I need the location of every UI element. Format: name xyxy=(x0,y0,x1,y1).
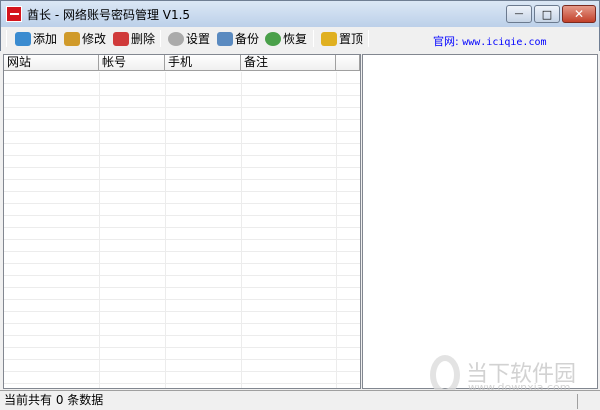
edit-label: 修改 xyxy=(82,32,107,46)
delete-user-icon xyxy=(113,31,129,46)
restore-icon xyxy=(265,31,281,46)
site-label: 官网: xyxy=(433,35,459,48)
minimize-icon: — xyxy=(514,9,524,19)
list-header: 网站 帐号 手机 备注 xyxy=(4,55,360,71)
close-icon: ✕ xyxy=(573,7,585,21)
backup-label: 备份 xyxy=(235,32,260,46)
restore-button[interactable]: 恢复 xyxy=(265,29,307,48)
minimize-button[interactable]: — xyxy=(506,5,532,23)
record-count: 当前共有 0 条数据 xyxy=(4,393,104,407)
app-icon xyxy=(6,6,22,22)
delete-button[interactable]: 删除 xyxy=(113,29,155,48)
pin-top-button[interactable]: 置顶 xyxy=(321,29,363,48)
official-site[interactable]: 官网: www.iciqie.com xyxy=(433,33,547,49)
close-button[interactable]: ✕ xyxy=(562,5,596,23)
window-title: 酋长 - 网络账号密码管理 V1.5 xyxy=(27,8,191,22)
separator xyxy=(6,30,7,47)
list-grid xyxy=(4,72,360,388)
settings-label: 设置 xyxy=(186,32,211,46)
grid-line xyxy=(336,72,337,388)
site-url-link[interactable]: www.iciqie.com xyxy=(462,37,546,48)
pin-top-icon xyxy=(321,31,337,46)
column-header-website[interactable]: 网站 xyxy=(4,55,99,71)
column-header-notes[interactable]: 备注 xyxy=(241,55,336,71)
restore-label: 恢复 xyxy=(283,32,308,46)
column-header-account[interactable]: 帐号 xyxy=(99,55,165,71)
add-button[interactable]: 添加 xyxy=(15,29,57,48)
grid-line xyxy=(241,72,242,388)
maximize-icon: □ xyxy=(541,7,553,21)
account-list[interactable]: 网站 帐号 手机 备注 xyxy=(3,54,361,389)
backup-button[interactable]: 备份 xyxy=(217,29,259,48)
maximize-button[interactable]: □ xyxy=(534,5,560,23)
grid-line xyxy=(99,72,100,388)
toolbar: 添加 修改 删除 设置 备份 恢复 置顶 官网: www.iciqie.com xyxy=(0,27,600,51)
detail-panel[interactable] xyxy=(362,54,598,389)
grid-line xyxy=(165,72,166,388)
add-label: 添加 xyxy=(33,32,58,46)
settings-button[interactable]: 设置 xyxy=(168,29,210,48)
column-header-phone[interactable]: 手机 xyxy=(165,55,241,71)
add-user-icon xyxy=(15,31,31,46)
status-divider xyxy=(577,394,578,409)
pin-top-label: 置顶 xyxy=(339,32,364,46)
edit-user-icon xyxy=(64,31,80,46)
gear-icon xyxy=(168,31,184,46)
edit-button[interactable]: 修改 xyxy=(64,29,106,48)
delete-label: 删除 xyxy=(131,32,156,46)
title-bar: 酋长 - 网络账号密码管理 V1.5 — □ ✕ xyxy=(0,0,600,27)
separator xyxy=(313,30,314,47)
status-bar: 当前共有 0 条数据 xyxy=(0,390,600,410)
separator xyxy=(160,30,161,47)
separator xyxy=(368,30,369,47)
column-header-filler xyxy=(336,55,360,71)
backup-icon xyxy=(217,31,233,46)
